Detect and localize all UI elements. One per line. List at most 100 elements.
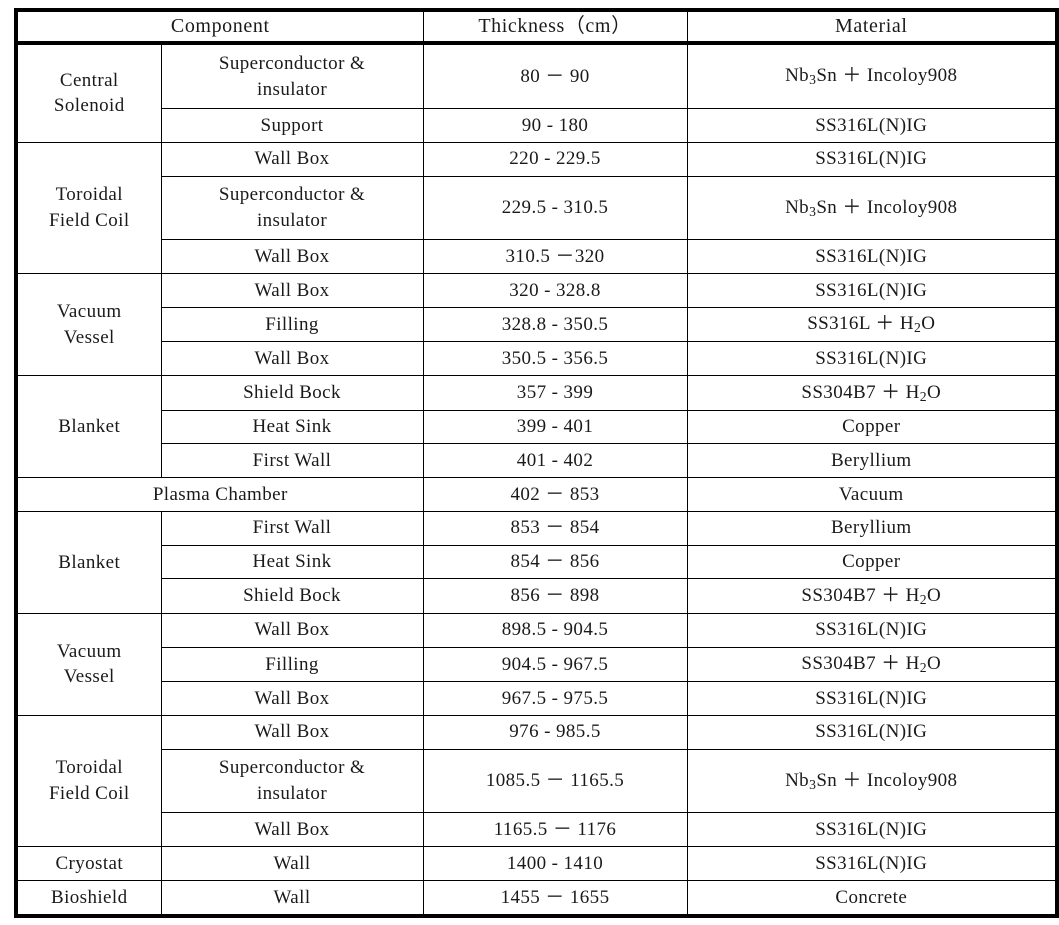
table-row: Wall Box 310.5 －320 SS316L(N)IG <box>16 239 1058 275</box>
table-row: Blanket First Wall 853 － 854 Beryllium <box>15 510 1058 614</box>
material-text: Sn ＋ Incoloy908 <box>816 196 958 218</box>
group-name-line: Bioshield <box>51 886 128 908</box>
group-name-line: Vacuum <box>56 300 122 322</box>
table-row: First Wall 401 - 402 Beryllium <box>16 443 1058 479</box>
component-group-name: Blanket <box>15 375 162 479</box>
material-value: SS316L(N)IG <box>686 681 1058 716</box>
thickness-value: 399 - 401 <box>422 409 688 445</box>
table-row: Wall Box 1165.5 － 1176 SS316L(N)IG <box>16 812 1058 848</box>
table-row: Bioshield Wall 1455 － 1655 Concrete <box>15 879 1058 917</box>
material-text: O <box>927 653 942 675</box>
component-part-name: First Wall <box>160 510 424 546</box>
group-name-line: Vessel <box>63 666 115 688</box>
header-material: Material <box>686 9 1058 45</box>
material-text: O <box>927 584 942 606</box>
table-row: Heat Sink 854 － 856 Copper <box>16 544 1058 580</box>
table-row: Superconductor & insulator 229.5 - 310.5 Nb… <box>16 175 1058 241</box>
thickness-value: 90 - 180 <box>422 108 688 143</box>
material-text: Nb <box>785 196 810 218</box>
material-value: SS316L(N)IG <box>686 612 1058 648</box>
component-group-name: Toroidal Field Coil <box>15 714 162 848</box>
material-value: Copper <box>686 409 1058 445</box>
component-part-name: Superconductor & insulator <box>160 748 424 814</box>
component-part-name: Superconductor & insulator <box>160 175 424 241</box>
thickness-value: 976 - 985.5 <box>422 714 688 750</box>
component-part-name: Wall Box <box>160 612 424 648</box>
part-name-line: insulator <box>256 78 328 100</box>
reactor-layer-spec-table: Component Thickness（cm） Material Central… <box>14 8 1059 918</box>
group-name-line: Solenoid <box>53 95 125 117</box>
material-value: Nb3Sn ＋ Incoloy908 <box>686 175 1058 241</box>
material-value: SS316L(N)IG <box>686 714 1058 750</box>
component-group-name: Central Solenoid <box>15 42 162 143</box>
thickness-value: 854 － 856 <box>422 544 688 580</box>
material-value: SS316L(N)IG <box>686 239 1058 275</box>
thickness-value: 967.5 - 975.5 <box>422 681 688 716</box>
material-text: Nb <box>785 769 810 791</box>
table-row: Wall Box 350.5 - 356.5 SS316L(N)IG <box>16 341 1058 377</box>
material-text: Nb <box>785 65 810 87</box>
thickness-value: 310.5 －320 <box>422 239 688 275</box>
component-part-name: Shield Bock <box>160 578 424 614</box>
thickness-value: 856 － 898 <box>422 578 688 614</box>
thickness-value: 401 - 402 <box>422 443 688 479</box>
component-part-name: Heat Sink <box>160 409 424 445</box>
component-group-name: Vacuum Vessel <box>15 612 162 716</box>
material-text: O <box>921 313 936 335</box>
component-part-name: Wall Box <box>160 812 424 848</box>
table-row: Filling 328.8 - 350.5 SS316L ＋ H2O <box>16 306 1058 343</box>
component-group-name: Vacuum Vessel <box>15 273 162 377</box>
thickness-value: 898.5 - 904.5 <box>422 612 688 648</box>
table-head: Component Thickness（cm） Material <box>15 9 1058 45</box>
part-name-line: insulator <box>256 783 328 805</box>
table-row: Toroidal Field Coil Wall Box 220 - 229.5 SS3… <box>15 141 1058 275</box>
table-row: Central Solenoid Superconductor & insulator… <box>15 42 1058 143</box>
thickness-value: 350.5 - 356.5 <box>422 341 688 377</box>
material-value: SS316L(N)IG <box>686 812 1058 848</box>
component-part-name: Wall Box <box>160 273 424 308</box>
material-text: O <box>927 381 942 403</box>
group-name-line: Field Coil <box>48 783 130 805</box>
table-row: Vacuum Vessel Wall Box 898.5 - 904.5 SS316L(… <box>15 612 1058 716</box>
material-text: SS304B7 ＋ H <box>801 653 920 675</box>
component-group-name: Cryostat <box>15 846 162 881</box>
part-name-line: Superconductor & <box>218 52 366 74</box>
material-value: SS304B7 ＋ H2O <box>686 646 1058 683</box>
thickness-value: 220 - 229.5 <box>422 141 688 177</box>
header-component: Component <box>15 9 424 45</box>
part-name-line: insulator <box>256 209 328 231</box>
component-group-name: Bioshield <box>15 879 162 917</box>
thickness-value: 320 - 328.8 <box>422 273 688 308</box>
table-row: Superconductor & insulator 1085.5 － 1165.5… <box>16 748 1058 814</box>
header-thickness: Thickness（cm） <box>422 9 688 45</box>
material-value: Beryllium <box>686 510 1058 546</box>
material-value: Nb3Sn ＋ Incoloy908 <box>686 748 1058 814</box>
component-fullwidth-cell: Plasma Chamber <box>15 477 424 512</box>
component-part-name: Wall Box <box>160 239 424 275</box>
thickness-value: 1400 - 1410 <box>422 846 688 881</box>
component-part-name: First Wall <box>160 443 424 479</box>
material-text: SS304B7 ＋ H <box>801 381 920 403</box>
thickness-value: 328.8 - 350.5 <box>422 306 688 343</box>
material-value: Concrete <box>686 879 1058 917</box>
group-name-line: Blanket <box>58 415 121 437</box>
material-value: Nb3Sn ＋ Incoloy908 <box>686 42 1058 110</box>
table-row: Heat Sink 399 - 401 Copper <box>16 409 1058 445</box>
table-body: Central Solenoid Superconductor & insulator… <box>15 42 1058 917</box>
material-value: SS304B7 ＋ H2O <box>686 375 1058 411</box>
material-value: Vacuum <box>686 477 1058 512</box>
material-text: SS316L ＋ H <box>807 313 914 335</box>
material-value: Copper <box>686 544 1058 580</box>
component-group-name: Blanket <box>15 510 162 614</box>
material-text: SS304B7 ＋ H <box>801 584 920 606</box>
group-name-line: Vessel <box>63 326 115 348</box>
material-subscript: 2 <box>919 660 928 676</box>
table-row: Support 90 - 180 SS316L(N)IG <box>16 108 1058 143</box>
component-part-name: Wall <box>160 879 424 917</box>
table-row: Toroidal Field Coil Wall Box 976 - 985.5 SS3… <box>15 714 1058 848</box>
component-part-name: Superconductor & insulator <box>160 42 424 110</box>
component-part-name: Wall Box <box>160 141 424 177</box>
component-part-name: Heat Sink <box>160 544 424 580</box>
spec-table-container: Component Thickness（cm） Material Central… <box>14 8 1059 918</box>
table-row: Wall Box 967.5 - 975.5 SS316L(N)IG <box>16 681 1058 716</box>
